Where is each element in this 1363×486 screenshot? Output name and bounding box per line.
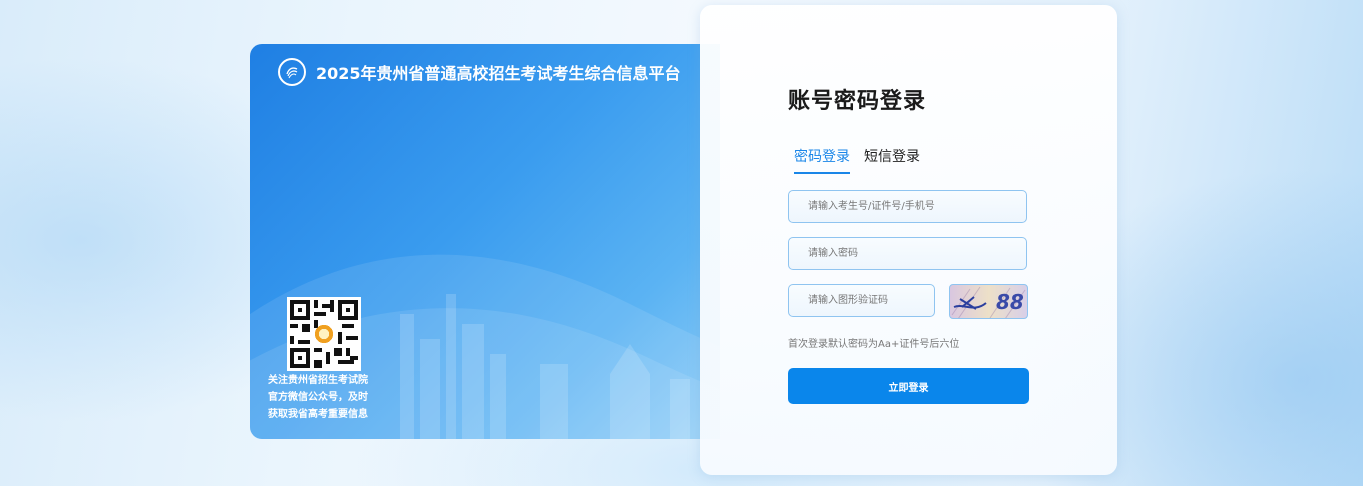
captcha-input[interactable] bbox=[789, 285, 934, 316]
password-input[interactable] bbox=[789, 238, 1026, 269]
platform-title: 2025年贵州省普通高校招生考试考生综合信息平台 bbox=[278, 58, 681, 86]
svg-text:88: 88 bbox=[996, 290, 1024, 314]
qr-caption-line: 获取我省高考重要信息 bbox=[268, 409, 368, 420]
qr-caption: 关注贵州省招生考试院 官方微信公众号，及时 获取我省高考重要信息 bbox=[268, 372, 388, 423]
login-card: 账号密码登录 密码登录 短信登录 88 首次登录默认密码为Aa+证件号后六位 立… bbox=[700, 5, 1117, 475]
qr-caption-line: 官方微信公众号，及时 bbox=[268, 392, 368, 403]
banner-panel: 2025年贵州省普通高校招生考试考生综合信息平台 关注贵州省招生考试院 官方微信… bbox=[250, 44, 720, 439]
exam-authority-logo-icon bbox=[278, 58, 306, 86]
captcha-image[interactable]: 88 bbox=[949, 284, 1028, 319]
tab-sms-login[interactable]: 短信登录 bbox=[864, 146, 920, 172]
captcha-graphic: 88 bbox=[951, 286, 1026, 318]
captcha-field-wrapper bbox=[788, 284, 935, 317]
wechat-qr-code bbox=[287, 297, 361, 371]
tab-password-login[interactable]: 密码登录 bbox=[794, 146, 850, 174]
qr-caption-line: 关注贵州省招生考试院 bbox=[268, 375, 368, 386]
login-button[interactable]: 立即登录 bbox=[788, 368, 1029, 404]
login-tabs: 密码登录 短信登录 bbox=[794, 146, 920, 174]
default-password-hint: 首次登录默认密码为Aa+证件号后六位 bbox=[788, 339, 960, 350]
account-field-wrapper bbox=[788, 190, 1027, 223]
password-field-wrapper bbox=[788, 237, 1027, 270]
login-title: 账号密码登录 bbox=[788, 89, 927, 114]
platform-title-text: 2025年贵州省普通高校招生考试考生综合信息平台 bbox=[316, 64, 681, 83]
account-input[interactable] bbox=[789, 191, 1026, 222]
